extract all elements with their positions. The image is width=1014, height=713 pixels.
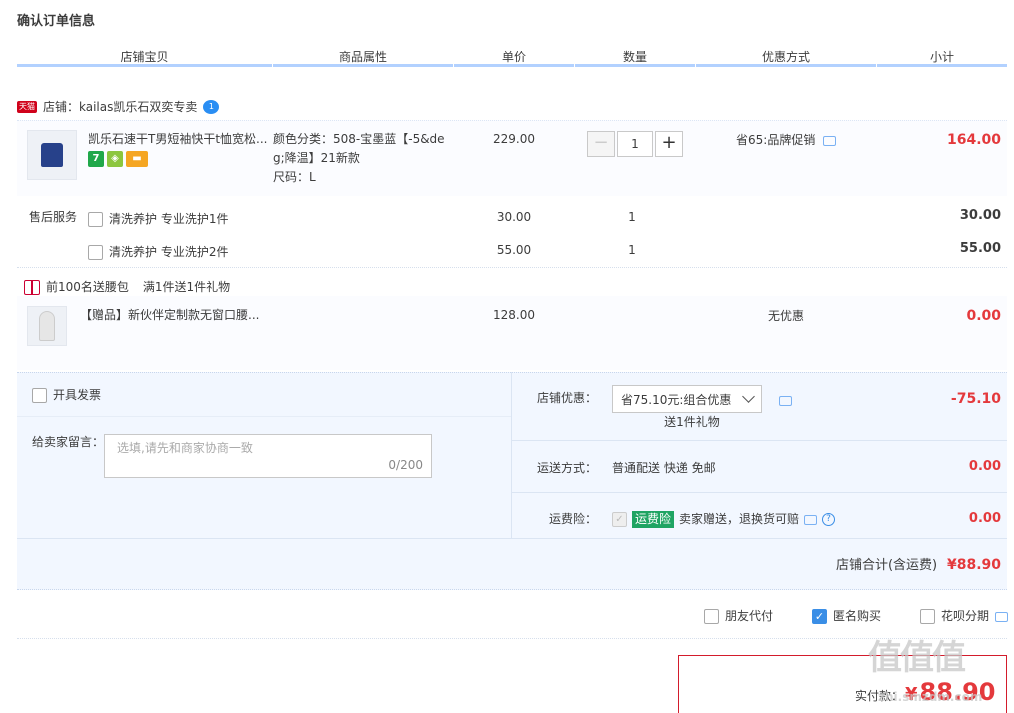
gift-promo-rule: 满1件送1件礼物	[142, 280, 231, 294]
header-bar	[696, 64, 876, 67]
gift-thumbnail[interactable]	[27, 306, 67, 346]
comment-icon[interactable]	[804, 514, 818, 525]
checkbox[interactable]	[88, 245, 103, 260]
store-total: 店铺合计(含运费) ¥88.90	[700, 556, 1001, 575]
divider	[17, 638, 1007, 639]
comment-icon[interactable]	[823, 135, 837, 146]
attr-color: 颜色分类：508-宝墨蓝【-5&de	[273, 132, 445, 146]
header-bar	[575, 64, 695, 67]
gift-discount: 无优惠	[767, 309, 804, 323]
chat-bubble-icon[interactable]: 1	[203, 100, 220, 114]
watermark-url: zhi.smzdm.com	[878, 690, 983, 704]
seller-message-textarea[interactable]: 选填,请先和商家协商一致 0/200	[104, 434, 432, 478]
product-attributes: 颜色分类：508-宝墨蓝【-5&de g;降温】21新款 尺码：L	[273, 130, 463, 187]
anonymous-option[interactable]: ✓ 匿名购买	[812, 607, 881, 626]
quantity-stepper: − 1 +	[587, 131, 683, 157]
store-row: 天猫 店铺：kailas凯乐石双奕专卖 1	[17, 97, 220, 117]
credit-card-icon: ▬	[126, 151, 148, 167]
gift-unit-price: 128.00	[493, 308, 535, 322]
shipping-amount: 0.00	[968, 459, 1001, 474]
divider	[17, 267, 1007, 268]
anonymous-checkbox[interactable]: ✓	[812, 609, 827, 624]
option-name: 清洗养护 专业洗护1件	[109, 212, 229, 226]
option-price: 30.00	[496, 210, 532, 224]
item-subtotal: 164.00	[946, 132, 1001, 148]
divider	[512, 492, 1007, 493]
qty-input[interactable]: 1	[617, 131, 653, 157]
invoice-checkbox[interactable]	[32, 388, 47, 403]
friend-pay-label: 朋友代付	[725, 609, 774, 623]
option-subtotal: 55.00	[959, 241, 1001, 256]
store-total-label: 店铺合计(含运费)	[835, 558, 938, 573]
after-sales-option-1[interactable]: 清洗养护 专业洗护1件	[88, 210, 228, 229]
shipping-label: 运送方式：	[537, 461, 598, 475]
divider	[17, 416, 511, 417]
divider	[17, 538, 1007, 539]
gift-icon	[24, 280, 40, 295]
attr-size: 尺码：L	[273, 170, 316, 184]
option-qty: 1	[628, 243, 636, 257]
store-name-link[interactable]: 店铺：kailas凯乐石双奕专卖	[43, 98, 197, 117]
product-title-link[interactable]: 凯乐石速干T男短袖快干t恤宽松...	[88, 130, 268, 149]
option-price: 55.00	[496, 243, 532, 257]
product-thumbnail[interactable]	[27, 130, 77, 180]
option-name: 清洗养护 专业洗护2件	[109, 245, 229, 259]
message-counter: 0/200	[388, 458, 423, 472]
after-sales-label: 售后服务	[29, 210, 78, 224]
help-icon[interactable]: ?	[822, 513, 836, 526]
selected-discount: 省75.10元:组合优惠	[621, 392, 732, 407]
page-title: 确认订单信息	[17, 14, 96, 29]
option-subtotal: 30.00	[959, 208, 1001, 223]
store-total-amount: ¥88.90	[946, 557, 1001, 573]
quality-icon: ◈	[107, 151, 123, 167]
qty-decrease-button[interactable]: −	[587, 131, 615, 157]
store-discount-amount: -75.10	[950, 391, 1001, 407]
discount-text: 省65:品牌促销	[736, 133, 816, 147]
option-qty: 1	[628, 210, 636, 224]
friend-pay-option[interactable]: 朋友代付	[704, 607, 773, 626]
qty-increase-button[interactable]: +	[655, 131, 683, 157]
gift-promo-label: 前100名送腰包	[46, 280, 129, 294]
panel-divider	[511, 372, 512, 538]
header-bar	[877, 64, 1007, 67]
seven-day-return-icon: 7	[88, 151, 104, 167]
gift-subtotal: 0.00	[966, 308, 1001, 324]
store-discount-label: 店铺优惠：	[537, 391, 598, 405]
attr-color-cont: g;降温】21新款	[273, 151, 360, 165]
insurance-option: ✓ 运费险 卖家赠送，退换货可赔 ?	[612, 510, 836, 529]
store-discount-note: 送1件礼物	[664, 415, 720, 429]
insurance-amount: 0.00	[968, 511, 1001, 526]
after-sales-option-2[interactable]: 清洗养护 专业洗护2件	[88, 243, 228, 262]
friend-pay-checkbox[interactable]	[704, 609, 719, 624]
huabei-checkbox[interactable]	[920, 609, 935, 624]
tmall-icon: 天猫	[17, 101, 37, 113]
store-discount-select[interactable]: 省75.10元:组合优惠	[612, 385, 762, 413]
insurance-tag: 运费险	[632, 511, 675, 528]
huabei-label: 花呗分期	[941, 609, 990, 623]
anonymous-label: 匿名购买	[833, 609, 882, 623]
checkbox[interactable]	[88, 212, 103, 227]
service-icons: 7 ◈ ▬	[88, 151, 151, 167]
watermark-logo: 值值值	[868, 638, 966, 678]
message-placeholder: 选填,请先和商家协商一致	[117, 441, 253, 455]
header-bar	[454, 64, 574, 67]
insurance-desc: 卖家赠送，退换货可赔	[679, 512, 800, 526]
comment-icon[interactable]	[995, 611, 1009, 622]
header-bar	[273, 64, 453, 67]
invoice-label: 开具发票	[53, 388, 102, 402]
insurance-checkbox: ✓	[612, 512, 627, 527]
insurance-label: 运费险：	[549, 512, 598, 526]
discount-method: 省65:品牌促销	[736, 131, 837, 150]
message-label: 给卖家留言：	[32, 435, 105, 449]
huabei-option[interactable]: 花呗分期	[920, 607, 1009, 626]
gift-title-link[interactable]: 【赠品】新伙伴定制款无窗口腰...	[80, 306, 265, 325]
unit-price: 229.00	[493, 132, 535, 146]
invoice-option[interactable]: 开具发票	[32, 386, 101, 405]
header-bar	[17, 64, 272, 67]
gift-promo-row: 前100名送腰包 满1件送1件礼物	[24, 278, 230, 297]
chevron-down-icon	[742, 390, 755, 403]
shipping-method: 普通配送 快递 免邮	[612, 461, 716, 475]
divider	[512, 440, 1007, 441]
comment-icon[interactable]	[779, 395, 792, 406]
